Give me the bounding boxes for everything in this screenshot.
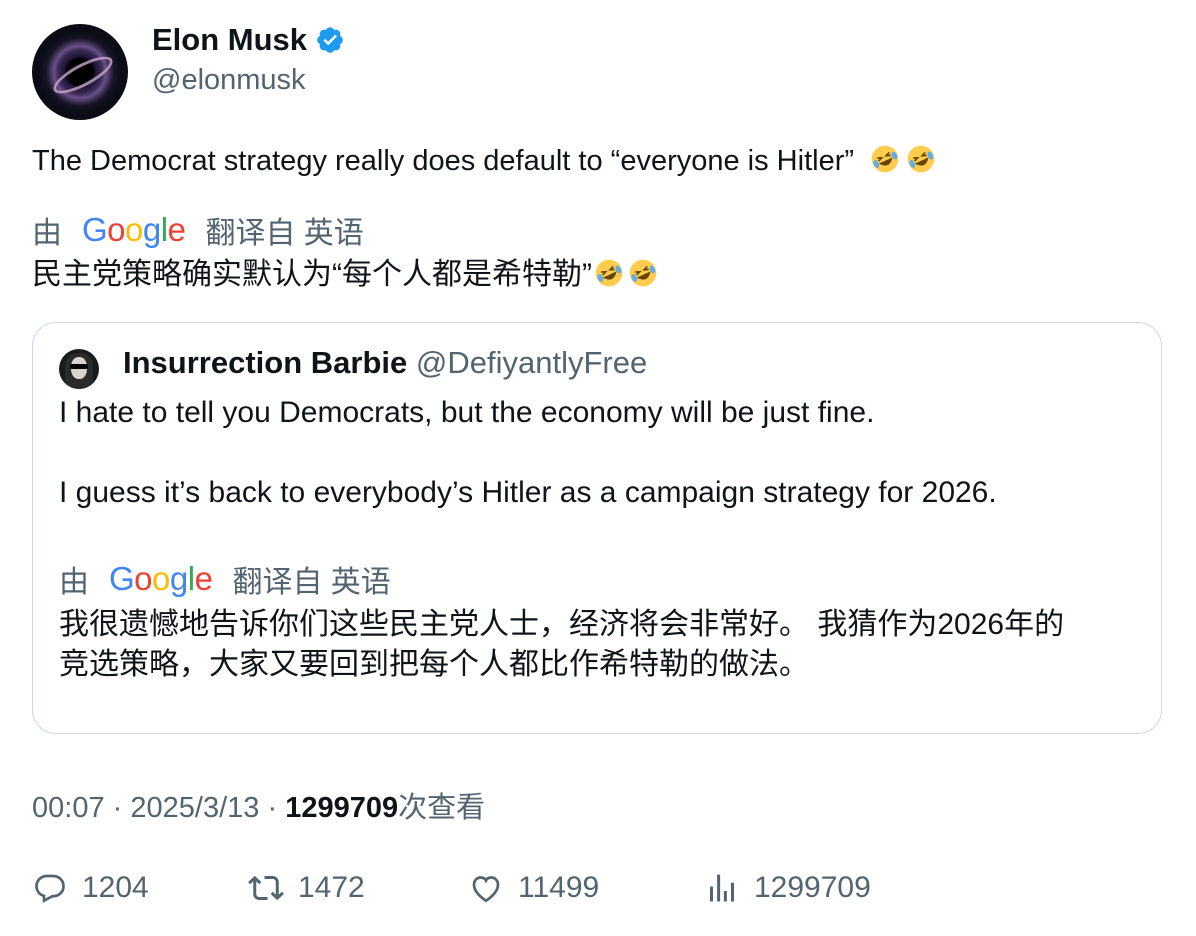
heart-icon xyxy=(472,876,500,903)
translation-source-language: 翻译自 英语 xyxy=(232,566,391,599)
translated-text: 民主党策略确实默认为“每个人都是希特勒” xyxy=(32,256,658,294)
retweet-button[interactable]: 1472 xyxy=(248,870,365,906)
tweet-time[interactable]: 00:07 xyxy=(32,792,105,824)
quoted-translated-line: 我很遗憾地告诉你们这些民主党人士，经济将会非常好。 我猜作为2026年的 xyxy=(59,608,1065,641)
translation-source-language: 翻译自 英语 xyxy=(205,217,364,250)
translation-prefix: 由 xyxy=(59,566,89,599)
verified-badge-icon xyxy=(317,27,343,53)
like-button[interactable]: 11499 xyxy=(468,870,599,906)
quoted-translated-line: 竞选策略，大家又要回到把每个人都比作希特勒的做法。 xyxy=(59,648,809,681)
retweet-icon xyxy=(248,875,284,901)
translation-prefix: 由 xyxy=(32,217,62,250)
separator-dot: · xyxy=(112,792,123,824)
quoted-translation-attribution: 由 Google 翻译自 英语 xyxy=(59,557,391,601)
author-handle[interactable]: @elonmusk xyxy=(152,64,306,97)
reply-button[interactable]: 1204 xyxy=(32,870,149,906)
quoted-author-name[interactable]: Insurrection Barbie xyxy=(123,345,407,380)
views-action-count: 1299709 xyxy=(754,871,871,904)
rofl-emoji-icon xyxy=(595,259,623,287)
analytics-icon xyxy=(710,874,734,902)
quoted-author-avatar[interactable] xyxy=(59,349,99,389)
rofl-emoji-icon xyxy=(871,145,899,173)
views-label: 次查看 xyxy=(398,792,486,824)
retweet-count: 1472 xyxy=(298,871,365,904)
action-bar: 1204 1472 11499 1299709 xyxy=(32,870,1162,910)
translated-text-content: 民主党策略确实默认为“每个人都是希特勒” xyxy=(32,258,592,291)
quoted-text-line: I hate to tell you Democrats, but the ec… xyxy=(59,396,875,429)
tweet-date[interactable]: 2025/3/13 xyxy=(130,792,259,824)
author-name-row: Elon Musk xyxy=(152,22,345,58)
tweet-text: The Democrat strategy really does defaul… xyxy=(32,142,936,180)
reply-count: 1204 xyxy=(82,871,149,904)
author-avatar[interactable] xyxy=(32,24,128,120)
tweet-metadata: 00:07 · 2025/3/13 · 1299709次查看 xyxy=(32,784,485,826)
rofl-emoji-icon xyxy=(907,145,935,173)
views-count: 1299709 xyxy=(285,792,399,824)
like-count: 11499 xyxy=(518,871,600,904)
translation-attribution: 由 Google 翻译自 英语 xyxy=(32,208,364,252)
google-logo-icon: Google xyxy=(82,211,186,248)
tweet-text-content: The Democrat strategy really does defaul… xyxy=(32,145,855,177)
quoted-author-handle[interactable]: @DefiyantlyFree xyxy=(416,345,647,380)
google-logo-icon: Google xyxy=(109,560,213,597)
author-name[interactable]: Elon Musk xyxy=(152,22,307,58)
views-button[interactable]: 1299709 xyxy=(704,870,871,906)
rofl-emoji-icon xyxy=(629,259,657,287)
quoted-tweet-body: I hate to tell you Democrats, but the ec… xyxy=(59,393,997,513)
quoted-author-header: Insurrection Barbie @DefiyantlyFree xyxy=(123,345,647,381)
reply-icon xyxy=(35,874,65,904)
quoted-text-line: I guess it’s back to everybody’s Hitler … xyxy=(59,476,997,509)
quoted-tweet-card[interactable]: Insurrection Barbie @DefiyantlyFree I ha… xyxy=(32,322,1162,734)
separator-dot: · xyxy=(267,792,278,824)
quoted-translated-text: 我很遗憾地告诉你们这些民主党人士，经济将会非常好。 我猜作为2026年的 竞选策… xyxy=(59,605,1064,685)
